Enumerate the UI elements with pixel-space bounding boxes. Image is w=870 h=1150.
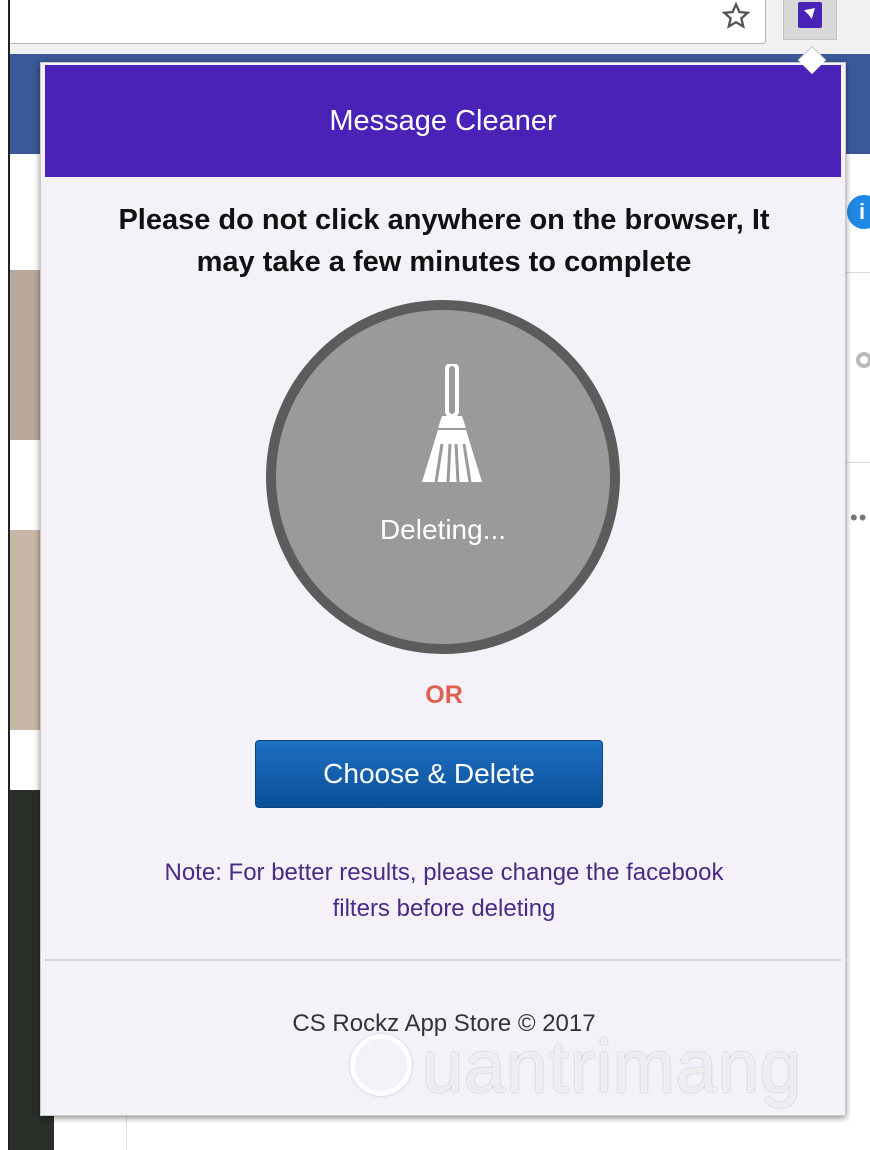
screen: i •• Message Cleaner Please do not click…	[0, 0, 870, 1150]
broom-icon	[422, 364, 482, 483]
divider	[846, 272, 870, 273]
watermark: uantrimang	[350, 1024, 870, 1124]
choose-and-delete-button[interactable]: Choose & Delete	[255, 740, 603, 808]
delete-progress-circle[interactable]: Deleting...	[266, 300, 620, 654]
address-bar[interactable]	[10, 0, 766, 44]
cartoon-image	[10, 530, 40, 730]
extension-button[interactable]	[783, 0, 837, 40]
or-separator: OR	[425, 681, 463, 709]
gear-icon[interactable]	[856, 352, 870, 368]
more-icon[interactable]: ••	[850, 505, 867, 531]
window-edge	[0, 0, 10, 1150]
warning-line: may take a few minutes to complete	[196, 246, 692, 278]
warning-line: Please do not click anywhere on the brow…	[118, 204, 770, 236]
warning-message: Please do not click anywhere on the brow…	[41, 199, 847, 283]
star-icon[interactable]	[722, 2, 750, 30]
note-text: Note: For better results, please change …	[41, 855, 847, 927]
note-line: filters before deleting	[332, 895, 556, 922]
watermark-text: uantrimang	[422, 1025, 803, 1108]
divider	[846, 462, 870, 463]
message-cleaner-popup: Message Cleaner Please do not click anyw…	[40, 62, 846, 1116]
cartoon-image	[10, 270, 40, 440]
footer-divider	[45, 959, 841, 961]
message-cleaner-extension-icon	[798, 2, 822, 28]
facebook-right-column	[846, 154, 870, 1150]
deleting-status: Deleting...	[379, 514, 507, 545]
note-line: Note: For better results, please change …	[164, 859, 724, 886]
divider	[126, 1112, 127, 1150]
popup-title: Message Cleaner	[45, 65, 841, 177]
